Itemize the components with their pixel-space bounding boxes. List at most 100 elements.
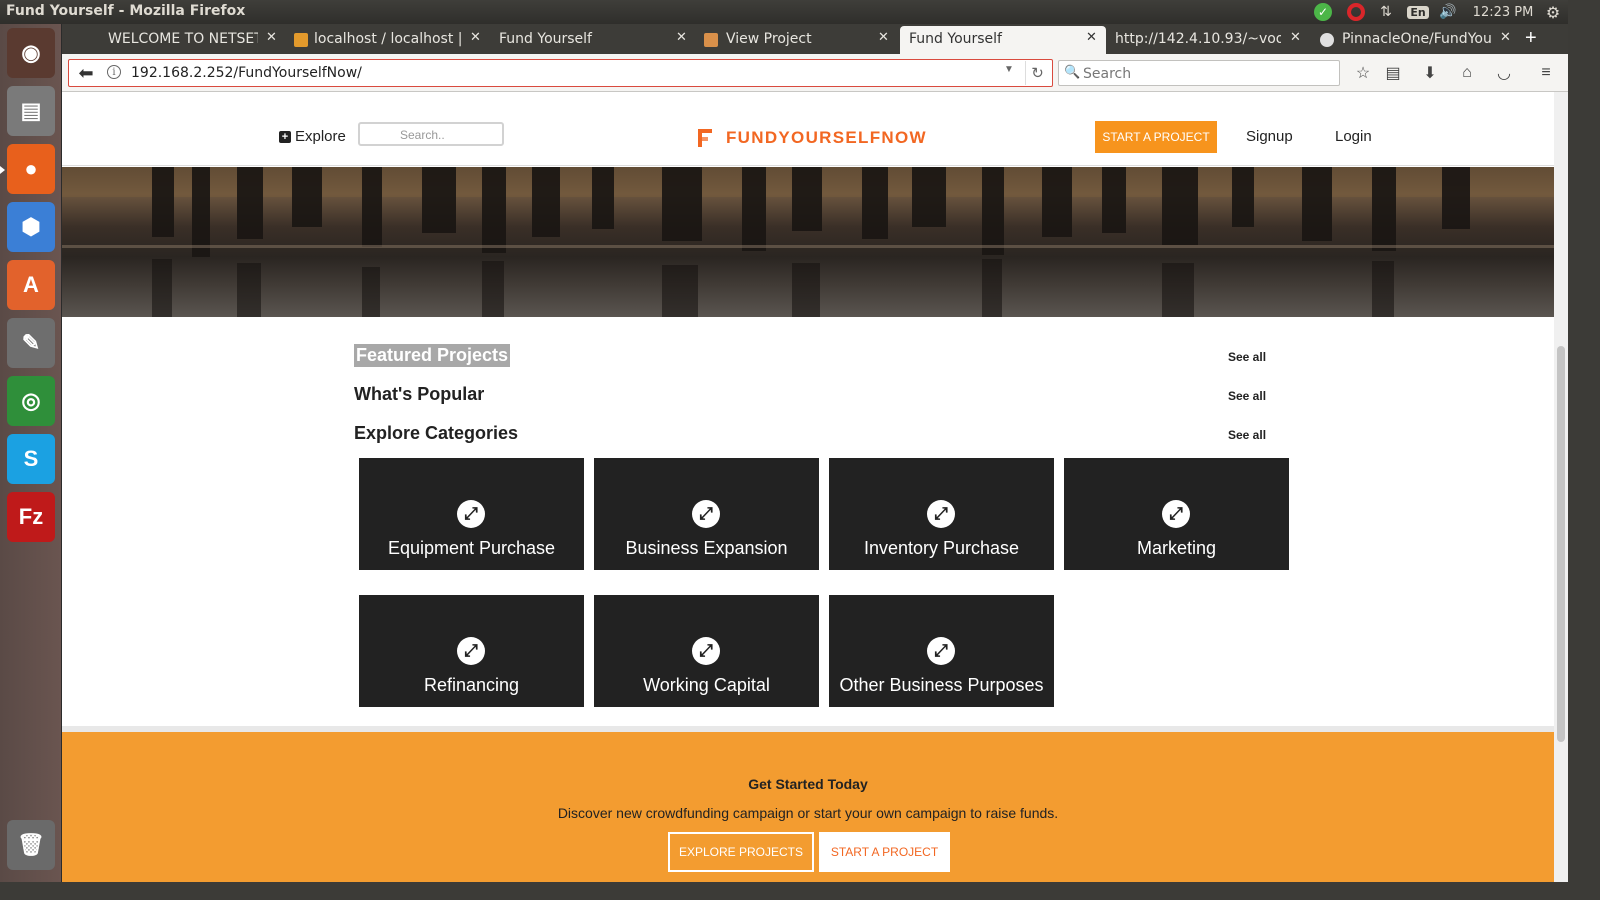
home-icon[interactable]: ⌂ xyxy=(1455,62,1479,84)
category-label: Refinancing xyxy=(423,675,520,695)
plus-square-icon: + xyxy=(279,130,291,143)
reload-icon[interactable]: ↻ xyxy=(1025,61,1049,85)
reading-list-icon[interactable]: ▤ xyxy=(1381,62,1405,84)
tab-view-project[interactable]: View Project ✕ xyxy=(700,26,896,54)
featured-see-all-link[interactable]: See all xyxy=(1228,350,1266,364)
close-tab-icon[interactable]: ✕ xyxy=(1290,30,1301,45)
window-title: Fund Yourself - Mozilla Firefox xyxy=(6,3,246,19)
url-text[interactable]: 192.168.2.252/FundYourselfNow/ xyxy=(131,65,362,81)
update-indicator-icon[interactable]: ✓ xyxy=(1313,2,1333,22)
ubuntu-dash-icon[interactable]: ◉ xyxy=(7,28,55,78)
logo-mark-icon xyxy=(698,129,712,147)
category-label: Marketing xyxy=(1136,538,1217,558)
popular-see-all-link[interactable]: See all xyxy=(1228,389,1266,403)
site-info-icon[interactable]: i xyxy=(107,65,121,79)
skype-icon[interactable]: S xyxy=(7,434,55,484)
url-history-dropdown-icon[interactable]: ▼ xyxy=(1004,64,1014,75)
categories-see-all-link[interactable]: See all xyxy=(1228,428,1266,442)
browser-tab-strip: WELCOME TO NETSET S ✕ localhost / localh… xyxy=(62,24,1568,54)
github-favicon-icon xyxy=(1320,33,1334,47)
bookmark-star-icon[interactable]: ☆ xyxy=(1351,62,1375,84)
browser-search-input[interactable]: 🔍 Search xyxy=(1058,60,1340,86)
back-arrow-icon[interactable]: ⬅ xyxy=(73,62,99,84)
category-tile-inventory-purchase[interactable]: ⤢ Inventory Purchase xyxy=(829,458,1054,570)
get-started-section: Get Started Today Discover new crowdfund… xyxy=(62,726,1554,882)
ubuntu-launcher: ◉ ▤ ● ⬢ A ✎ ◎ S Fz 🗑 xyxy=(0,24,62,882)
expand-arrows-icon: ⤢ xyxy=(457,637,485,665)
software-center-icon[interactable]: A xyxy=(7,260,55,310)
trash-icon[interactable]: 🗑 xyxy=(7,820,55,870)
url-bar[interactable]: ⬅ i 192.168.2.252/FundYourselfNow/ ▼ ↻ xyxy=(68,59,1053,87)
category-tile-marketing[interactable]: ⤢ Marketing xyxy=(1064,458,1289,570)
search-icon: 🔍 xyxy=(1064,64,1081,79)
category-tile-refinancing[interactable]: ⤢ Refinancing xyxy=(359,595,584,707)
volume-icon[interactable]: 🔊 xyxy=(1437,2,1459,22)
filezilla-icon[interactable]: Fz xyxy=(7,492,55,542)
search-placeholder: Search xyxy=(1083,66,1132,82)
menu-hamburger-icon[interactable]: ≡ xyxy=(1534,62,1558,84)
site-header: + Explore Search.. FUNDYOURSELFNOW START… xyxy=(62,92,1554,166)
network-app-icon[interactable]: ⬢ xyxy=(7,202,55,252)
pocket-icon[interactable]: ◡ xyxy=(1492,62,1516,84)
chrome-icon[interactable]: ◎ xyxy=(7,376,55,426)
web-page: + Explore Search.. FUNDYOURSELFNOW START… xyxy=(62,92,1554,882)
whats-popular-heading: What's Popular xyxy=(354,384,485,404)
ubuntu-top-panel: Fund Yourself - Mozilla Firefox ✓ ⇅ En 🔊… xyxy=(0,0,1568,24)
expand-arrows-icon: ⤢ xyxy=(457,500,485,528)
keyboard-layout-label: En xyxy=(1407,5,1429,19)
category-tile-working-capital[interactable]: ⤢ Working Capital xyxy=(594,595,819,707)
explore-menu[interactable]: + Explore xyxy=(279,128,346,145)
tab-label: http://142.4.10.93/~vooap xyxy=(1115,31,1281,47)
site-logo[interactable]: FUNDYOURSELFNOW xyxy=(698,128,927,148)
help-indicator-icon[interactable] xyxy=(1344,2,1368,22)
browser-nav-bar: ⬅ i 192.168.2.252/FundYourselfNow/ ▼ ↻ 🔍… xyxy=(62,54,1568,92)
close-tab-icon[interactable]: ✕ xyxy=(878,30,889,45)
tab-label: PinnacleOne/FundYour xyxy=(1342,31,1492,47)
tab-label: localhost / localhost | p xyxy=(314,31,462,47)
tab-label: WELCOME TO NETSET S xyxy=(108,31,258,47)
tab-fund-yourself[interactable]: Fund Yourself ✕ xyxy=(490,26,696,54)
category-label: Inventory Purchase xyxy=(863,538,1020,558)
cta-description: Discover new crowdfunding campaign or st… xyxy=(557,805,1059,821)
close-tab-icon[interactable]: ✕ xyxy=(1086,30,1097,45)
firefox-icon[interactable]: ● xyxy=(0,144,55,194)
new-tab-icon[interactable]: + xyxy=(1525,27,1537,50)
category-tile-other-business-purposes[interactable]: ⤢ Other Business Purposes xyxy=(829,595,1054,707)
text-editor-icon[interactable]: ✎ xyxy=(7,318,55,368)
tab-vooap[interactable]: http://142.4.10.93/~vooap ✕ xyxy=(1110,26,1308,54)
scrollbar-thumb[interactable] xyxy=(1557,346,1565,742)
cta-start-project-button[interactable]: START A PROJECT xyxy=(819,832,950,872)
category-label: Working Capital xyxy=(643,675,770,695)
tab-label: Fund Yourself xyxy=(499,31,592,47)
tab-fund-yourself-active[interactable]: Fund Yourself ✕ xyxy=(900,26,1106,54)
explore-projects-button[interactable]: EXPLORE PROJECTS xyxy=(668,832,814,872)
category-label: Business Expansion xyxy=(625,538,788,558)
site-search-placeholder: Search.. xyxy=(400,128,445,142)
tab-localhost[interactable]: localhost / localhost | p ✕ xyxy=(288,26,486,54)
clock[interactable]: 12:23 PM xyxy=(1468,2,1538,22)
close-tab-icon[interactable]: ✕ xyxy=(266,30,277,45)
close-tab-icon[interactable]: ✕ xyxy=(470,30,481,45)
close-tab-icon[interactable]: ✕ xyxy=(676,30,687,45)
downloads-icon[interactable]: ⬇ xyxy=(1418,62,1442,84)
tab-netset[interactable]: WELCOME TO NETSET S ✕ xyxy=(66,26,284,54)
network-indicator-icon[interactable]: ⇅ xyxy=(1376,2,1396,22)
explore-label: Explore xyxy=(295,128,346,145)
expand-arrows-icon: ⤢ xyxy=(927,500,955,528)
explore-categories-heading: Explore Categories xyxy=(354,423,519,443)
login-link[interactable]: Login xyxy=(1335,128,1372,145)
start-project-button[interactable]: START A PROJECT xyxy=(1095,121,1217,153)
site-search-input[interactable]: Search.. xyxy=(358,122,504,146)
close-tab-icon[interactable]: ✕ xyxy=(1500,30,1511,45)
expand-arrows-icon: ⤢ xyxy=(1162,500,1190,528)
system-menu-gear-icon[interactable]: ⚙ xyxy=(1542,2,1564,22)
files-icon[interactable]: ▤ xyxy=(7,86,55,136)
page-scrollbar[interactable] xyxy=(1554,92,1568,882)
category-tile-equipment-purchase[interactable]: ⤢ Equipment Purchase xyxy=(359,458,584,570)
cta-title: Get Started Today xyxy=(748,776,868,792)
tab-github[interactable]: PinnacleOne/FundYour ✕ xyxy=(1318,26,1518,54)
signup-link[interactable]: Signup xyxy=(1246,128,1293,145)
keyboard-layout-indicator[interactable]: En xyxy=(1407,2,1429,22)
expand-arrows-icon: ⤢ xyxy=(692,637,720,665)
category-tile-business-expansion[interactable]: ⤢ Business Expansion xyxy=(594,458,819,570)
